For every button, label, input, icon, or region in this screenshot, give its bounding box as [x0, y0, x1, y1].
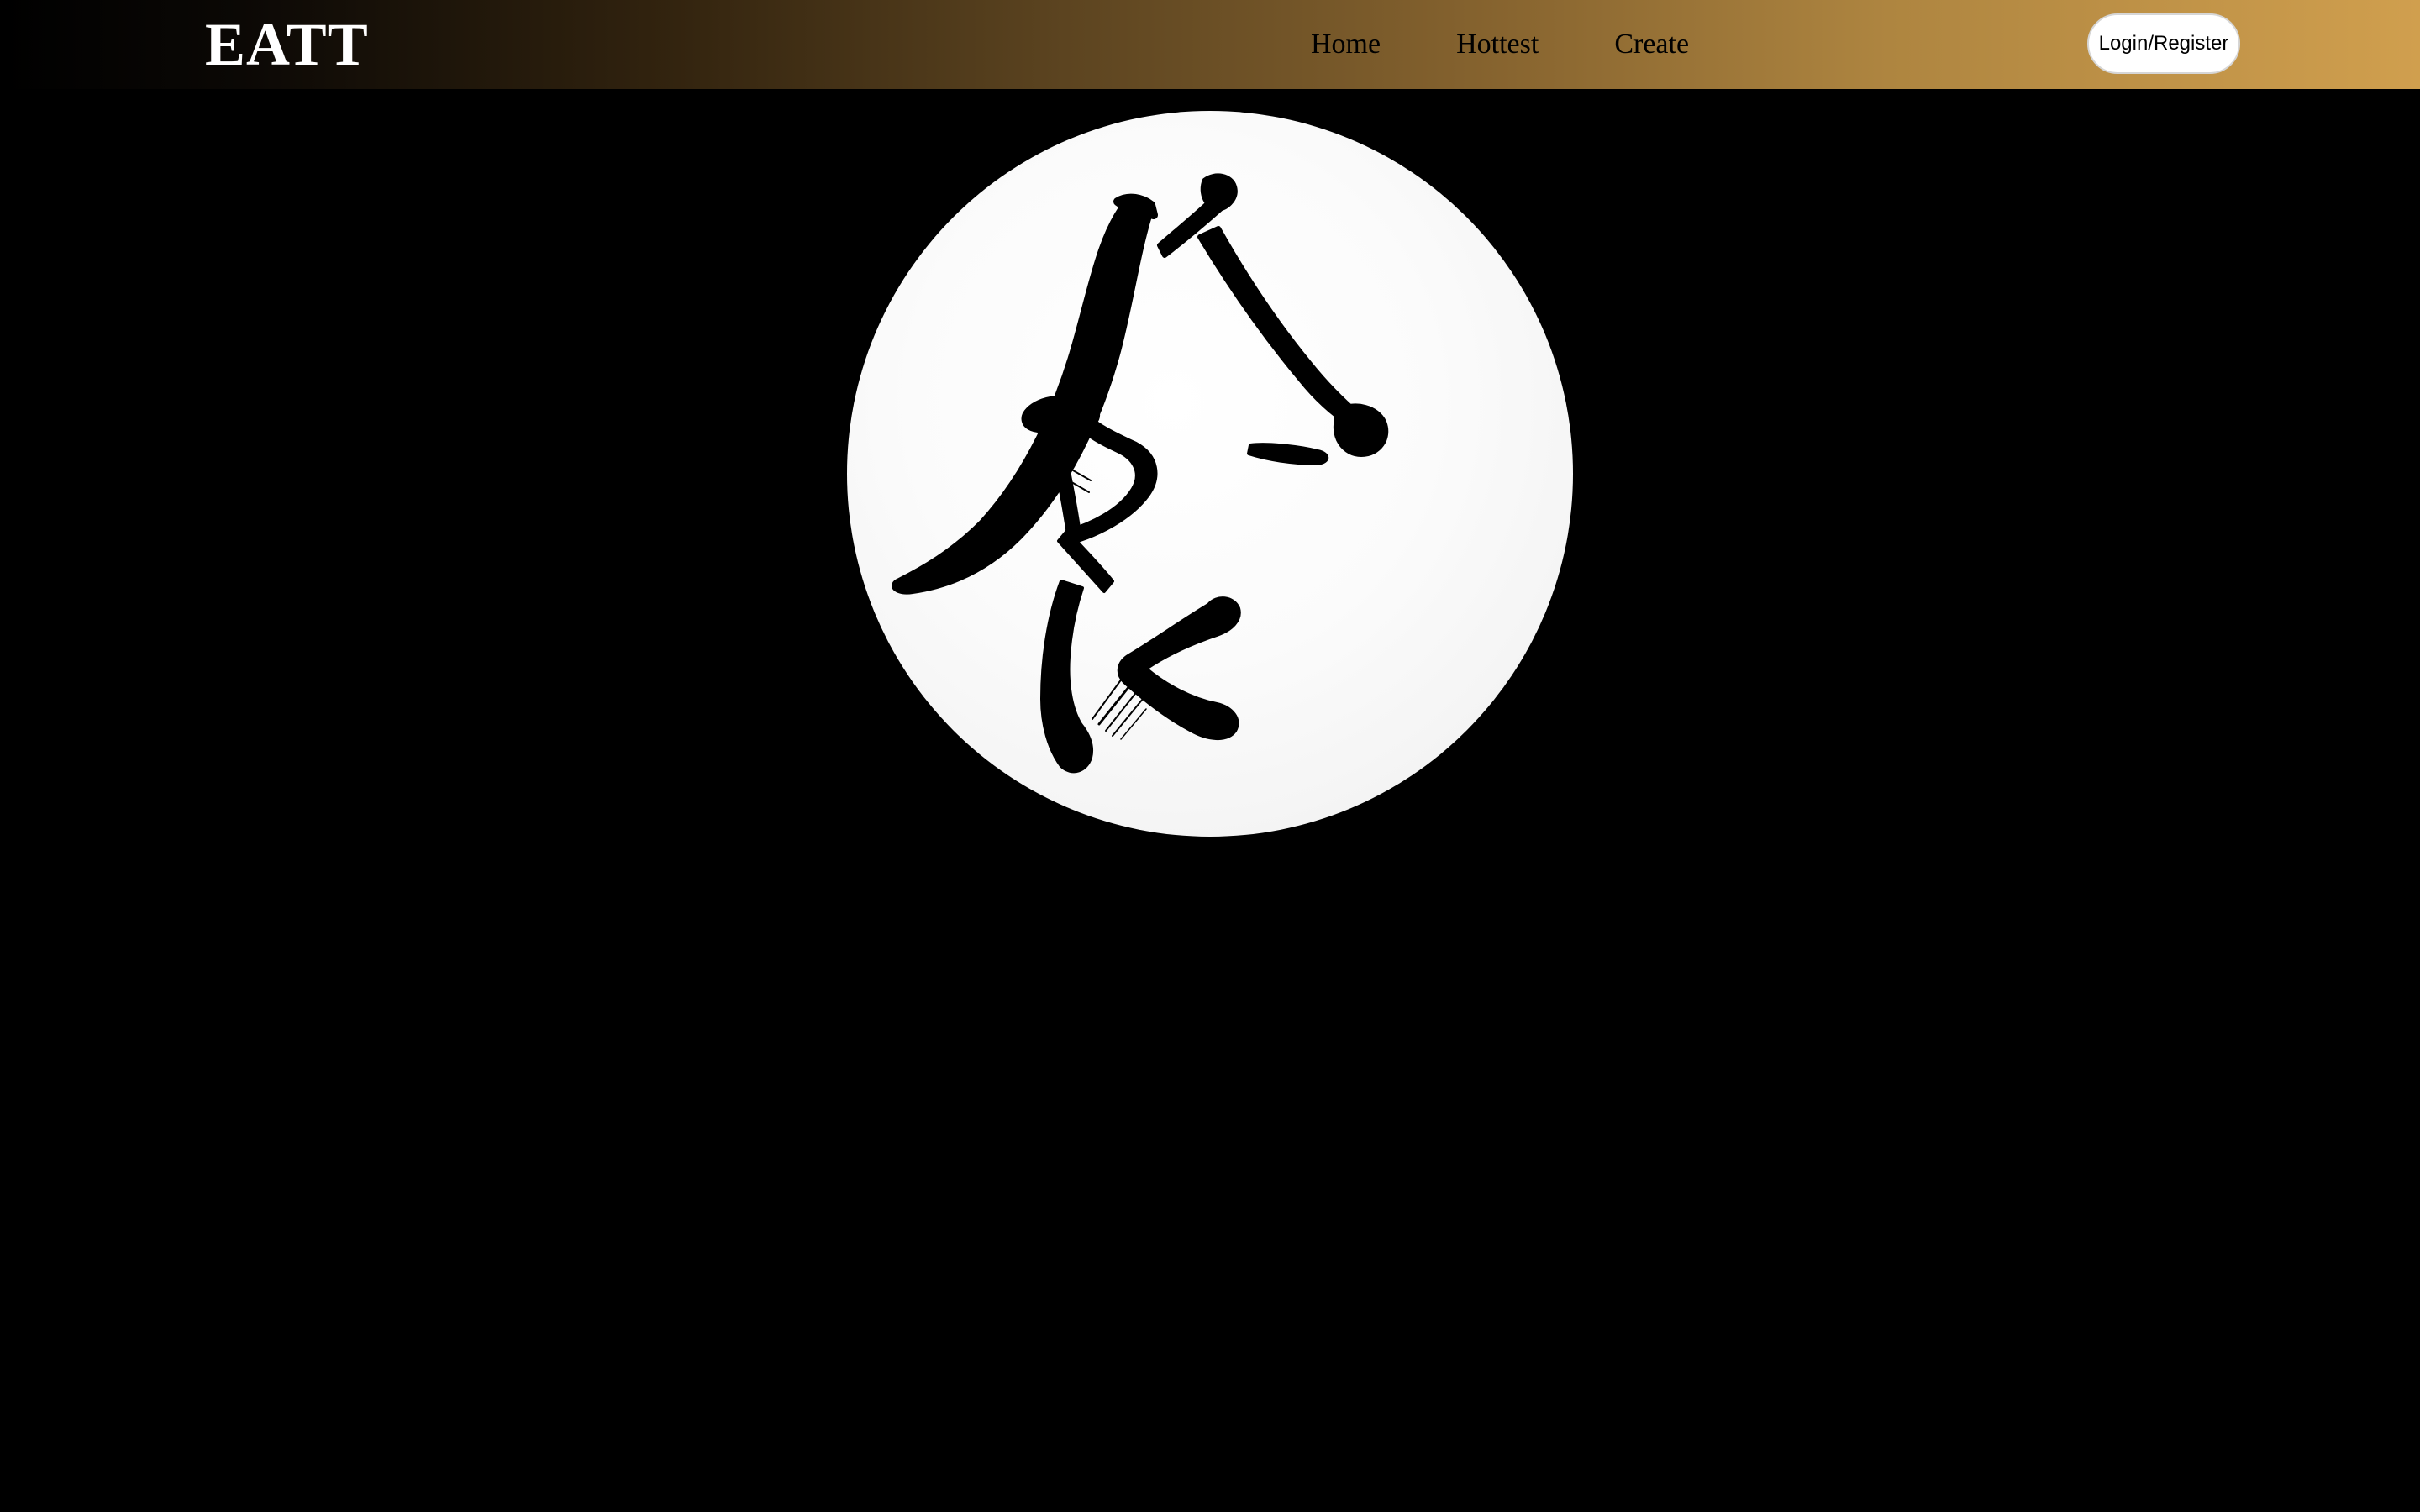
- site-logo[interactable]: EATT: [205, 8, 369, 81]
- nav-create[interactable]: Create: [1614, 23, 1689, 66]
- main-nav: Home Hottest Create: [1311, 23, 1689, 66]
- calligraphy-icon: [892, 173, 1389, 774]
- hero-calligraphy-emblem: [847, 111, 1573, 837]
- nav-home[interactable]: Home: [1311, 23, 1381, 66]
- login-register-button[interactable]: Login/Register: [2087, 13, 2240, 74]
- nav-hottest[interactable]: Hottest: [1456, 23, 1539, 66]
- top-navbar: EATT Home Hottest Create Login/Register: [0, 0, 2420, 89]
